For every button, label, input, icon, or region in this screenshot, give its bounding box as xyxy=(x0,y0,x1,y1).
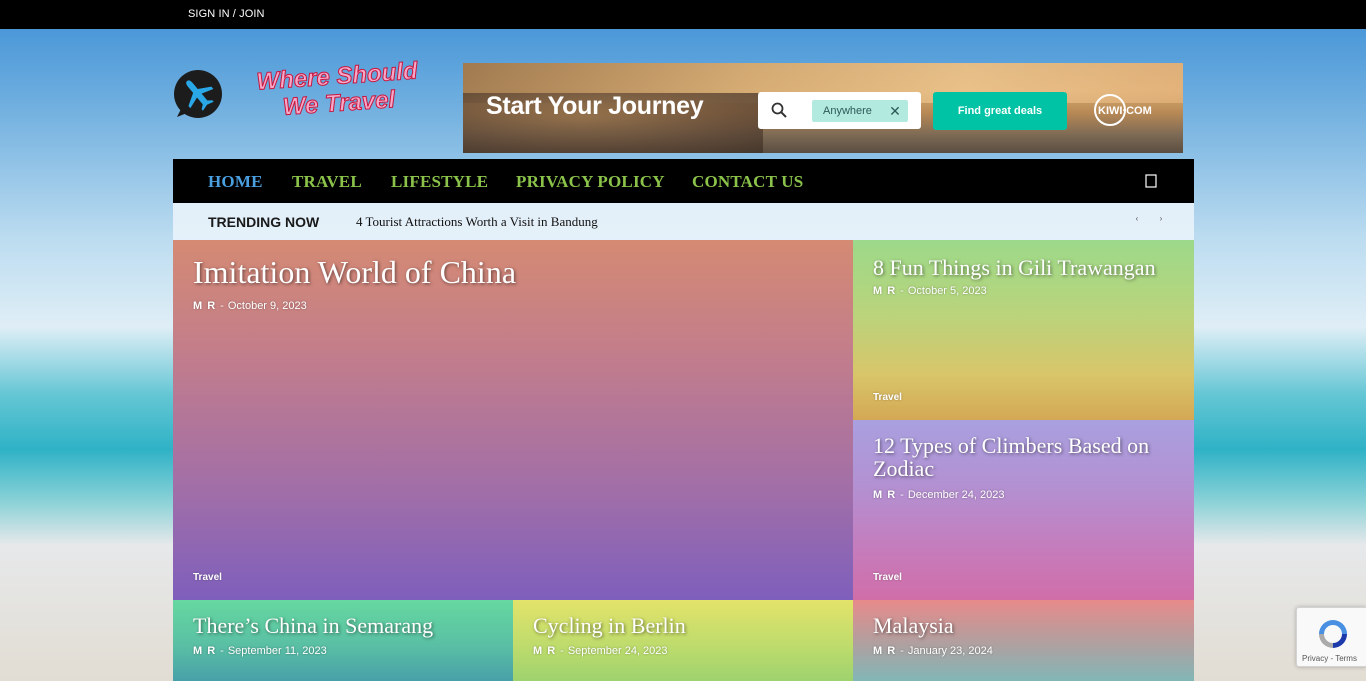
post-category[interactable]: Travel xyxy=(873,572,902,583)
meta-separator: - xyxy=(900,489,904,501)
nav-privacy-policy[interactable]: PRIVACY POLICY xyxy=(516,172,665,192)
nav-lifestyle[interactable]: LIFESTYLE xyxy=(391,172,488,192)
post-tile[interactable]: There’s China in Semarang M R - September … xyxy=(173,600,513,681)
post-title[interactable]: 8 Fun Things in Gili Trawangan xyxy=(873,256,1156,279)
recaptcha-badge[interactable]: Privacy - Terms xyxy=(1296,607,1366,667)
featured-post-tile[interactable]: Imitation World of China M R - October 9, … xyxy=(173,240,853,600)
post-title[interactable]: There’s China in Semarang xyxy=(193,614,433,637)
recaptcha-privacy-terms[interactable]: Privacy - Terms xyxy=(1302,654,1357,663)
meta-separator: - xyxy=(220,300,224,312)
post-author[interactable]: M R xyxy=(193,645,216,657)
post-author[interactable]: M R xyxy=(193,300,216,312)
banner-heading: Start Your Journey xyxy=(486,92,704,120)
destination-chip-label: Anywhere xyxy=(823,105,872,117)
post-title[interactable]: 12 Types of Climbers Based on Zodiac xyxy=(873,434,1173,480)
post-author[interactable]: M R xyxy=(533,645,556,657)
post-meta: M R - January 23, 2024 xyxy=(873,645,993,657)
post-title[interactable]: Malaysia xyxy=(873,614,954,637)
post-date: October 5, 2023 xyxy=(907,285,987,297)
ad-banner[interactable]: Start Your Journey Anywhere ✕ Find great… xyxy=(463,63,1183,153)
post-date: January 23, 2024 xyxy=(907,645,993,657)
search-icon xyxy=(771,102,787,118)
post-category[interactable]: Travel xyxy=(193,572,222,583)
sign-in-join-link[interactable]: SIGN IN / JOIN xyxy=(188,8,265,20)
post-category[interactable]: Travel xyxy=(873,392,902,403)
post-meta: M R - September 24, 2023 xyxy=(533,645,668,657)
trending-bar: TRENDING NOW 4 Tourist Attractions Worth… xyxy=(173,203,1194,240)
nav-travel[interactable]: TRAVEL xyxy=(292,172,362,192)
trending-label: TRENDING NOW xyxy=(208,214,320,230)
kiwi-brand-text: KIWI·COM xyxy=(1098,105,1152,117)
main-nav: HOME TRAVEL LIFESTYLE PRIVACY POLICY CON… xyxy=(173,159,1194,203)
post-tile[interactable]: Malaysia M R - January 23, 2024 xyxy=(853,600,1194,681)
meta-separator: - xyxy=(900,285,904,297)
post-meta: M R - October 9, 2023 xyxy=(193,300,307,312)
destination-chip[interactable]: Anywhere ✕ xyxy=(812,100,908,122)
post-tile[interactable]: Cycling in Berlin M R - September 24, 2023 xyxy=(513,600,853,681)
post-meta: M R - October 5, 2023 xyxy=(873,285,987,297)
chevron-left-icon[interactable]: ‹ xyxy=(1130,214,1144,228)
post-tile[interactable]: 12 Types of Climbers Based on Zodiac M R… xyxy=(853,420,1194,600)
post-tile[interactable]: 8 Fun Things in Gili Trawangan M R - Octob… xyxy=(853,240,1194,420)
post-date: September 24, 2023 xyxy=(567,645,668,657)
post-author[interactable]: M R xyxy=(873,645,896,657)
kiwi-logo-icon: KIWI·COM xyxy=(1094,94,1152,126)
banner-search-box[interactable]: Anywhere ✕ xyxy=(758,92,921,129)
post-meta: M R - September 11, 2023 xyxy=(193,645,327,657)
post-author[interactable]: M R xyxy=(873,489,896,501)
post-date: October 9, 2023 xyxy=(227,300,307,312)
post-title[interactable]: Cycling in Berlin xyxy=(533,614,686,637)
post-meta: M R - December 24, 2023 xyxy=(873,489,1004,501)
post-title[interactable]: Imitation World of China xyxy=(193,255,516,290)
nav-search-icon[interactable] xyxy=(1143,172,1159,190)
trending-article-link[interactable]: 4 Tourist Attractions Worth a Visit in B… xyxy=(356,214,598,230)
post-date: December 24, 2023 xyxy=(907,489,1005,501)
recaptcha-icon xyxy=(1319,620,1347,648)
airplane-logo-icon[interactable] xyxy=(173,69,223,119)
top-bar: SIGN IN / JOIN xyxy=(0,0,1366,29)
site-logo-text[interactable]: Where Should We Travel xyxy=(246,57,429,123)
meta-separator: - xyxy=(220,645,224,657)
chevron-right-icon[interactable]: › xyxy=(1154,214,1168,228)
find-deals-button[interactable]: Find great deals xyxy=(933,92,1067,130)
meta-separator: - xyxy=(900,645,904,657)
post-date: September 11, 2023 xyxy=(227,645,327,657)
nav-home[interactable]: HOME xyxy=(208,172,263,192)
post-author[interactable]: M R xyxy=(873,285,896,297)
meta-separator: - xyxy=(560,645,564,657)
close-icon[interactable]: ✕ xyxy=(886,102,904,120)
nav-contact-us[interactable]: CONTACT US xyxy=(692,172,803,192)
